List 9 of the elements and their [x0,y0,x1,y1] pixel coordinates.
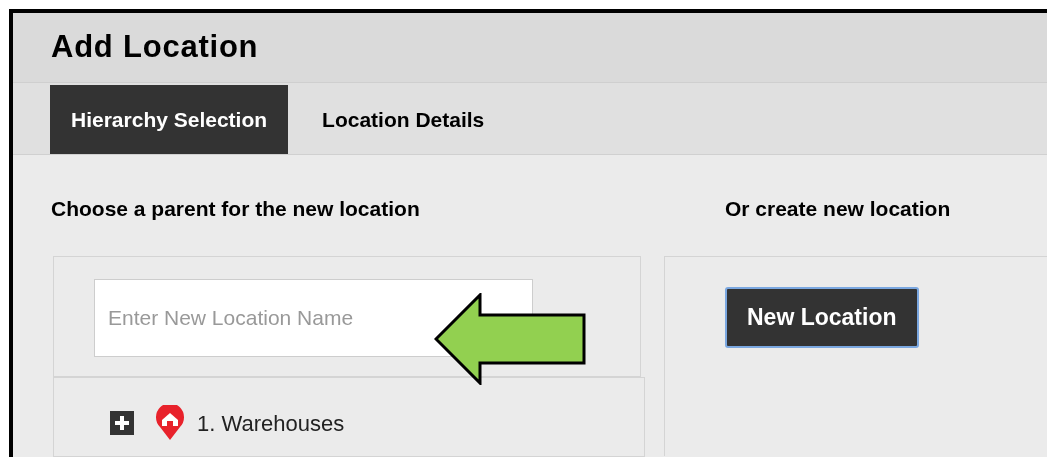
new-location-button[interactable]: New Location [725,287,919,348]
section-heading: Or create new location [725,196,952,221]
house-pin-icon [155,405,185,441]
tab[interactable]: Location Details [288,85,519,154]
window-title: Add Location [51,28,259,67]
section-heading: Choose a parent for the new location [51,196,421,221]
tab[interactable]: Hierarchy Selection [50,85,289,154]
expand-icon[interactable] [109,410,135,436]
tree-item[interactable]: 1. Warehouses [197,406,345,440]
